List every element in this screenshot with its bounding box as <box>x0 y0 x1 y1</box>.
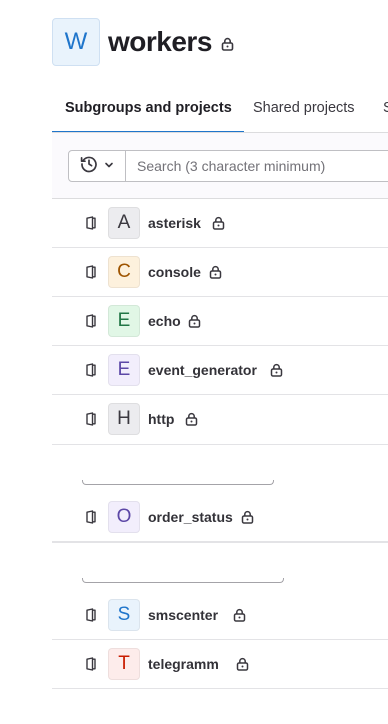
filter-bar <box>52 133 388 199</box>
tab-subgroups-and-projects[interactable]: Subgroups and projects <box>52 92 244 132</box>
lock-icon <box>270 363 283 377</box>
project-name-link[interactable]: http <box>148 411 174 427</box>
project-avatar[interactable]: O <box>108 501 140 533</box>
row-divider <box>52 444 388 445</box>
project-name-link[interactable]: console <box>148 264 201 280</box>
project-avatar[interactable]: T <box>108 648 140 680</box>
lock-icon <box>221 37 234 51</box>
project-avatar[interactable]: E <box>108 305 140 337</box>
project-row[interactable]: Aasterisk <box>52 199 388 248</box>
project-name-link[interactable]: event_generator <box>148 362 257 378</box>
project-row[interactable]: Eecho <box>52 297 388 346</box>
lock-icon <box>212 216 225 230</box>
project-row[interactable]: Oorder_status <box>52 493 388 542</box>
project-icon <box>85 608 99 622</box>
lock-icon <box>241 510 254 524</box>
project-avatar[interactable]: H <box>108 403 140 435</box>
lock-icon <box>185 412 198 426</box>
project-icon <box>85 657 99 671</box>
tabs: Subgroups and projects Shared projects S <box>52 92 388 133</box>
project-icon <box>85 510 99 524</box>
loading-skeleton <box>82 480 274 485</box>
project-avatar[interactable]: A <box>108 207 140 239</box>
project-name-link[interactable]: echo <box>148 313 181 329</box>
lock-icon <box>209 265 222 279</box>
group-header: W workers <box>52 18 234 66</box>
project-avatar[interactable]: S <box>108 599 140 631</box>
chevron-down-icon <box>104 157 114 175</box>
loading-skeleton <box>82 578 284 583</box>
project-icon <box>85 265 99 279</box>
group-title: workers <box>108 26 212 57</box>
project-icon <box>85 363 99 377</box>
project-row[interactable]: Hhttp <box>52 395 388 444</box>
project-row[interactable]: Ttelegramm <box>52 640 388 689</box>
lock-icon <box>188 314 201 328</box>
project-row[interactable]: Ssmscenter <box>52 591 388 640</box>
lock-icon <box>233 608 246 622</box>
project-name-link[interactable]: smscenter <box>148 607 218 623</box>
row-divider <box>52 542 388 543</box>
project-avatar[interactable]: E <box>108 354 140 386</box>
project-row[interactable]: Eevent_generator <box>52 346 388 395</box>
project-icon <box>85 412 99 426</box>
project-name-link[interactable]: order_status <box>148 509 233 525</box>
project-icon <box>85 216 99 230</box>
group-avatar[interactable]: W <box>52 18 100 66</box>
sort-dropdown-button[interactable] <box>68 150 126 182</box>
history-icon <box>80 155 98 178</box>
project-name-link[interactable]: asterisk <box>148 215 201 231</box>
project-row[interactable]: Cconsole <box>52 248 388 297</box>
project-name-link[interactable]: telegramm <box>148 656 219 672</box>
search-input[interactable] <box>125 150 388 182</box>
lock-icon <box>236 657 249 671</box>
project-avatar[interactable]: C <box>108 256 140 288</box>
tab-next[interactable]: S <box>383 92 388 132</box>
project-icon <box>85 314 99 328</box>
tab-shared-projects[interactable]: Shared projects <box>253 92 355 132</box>
